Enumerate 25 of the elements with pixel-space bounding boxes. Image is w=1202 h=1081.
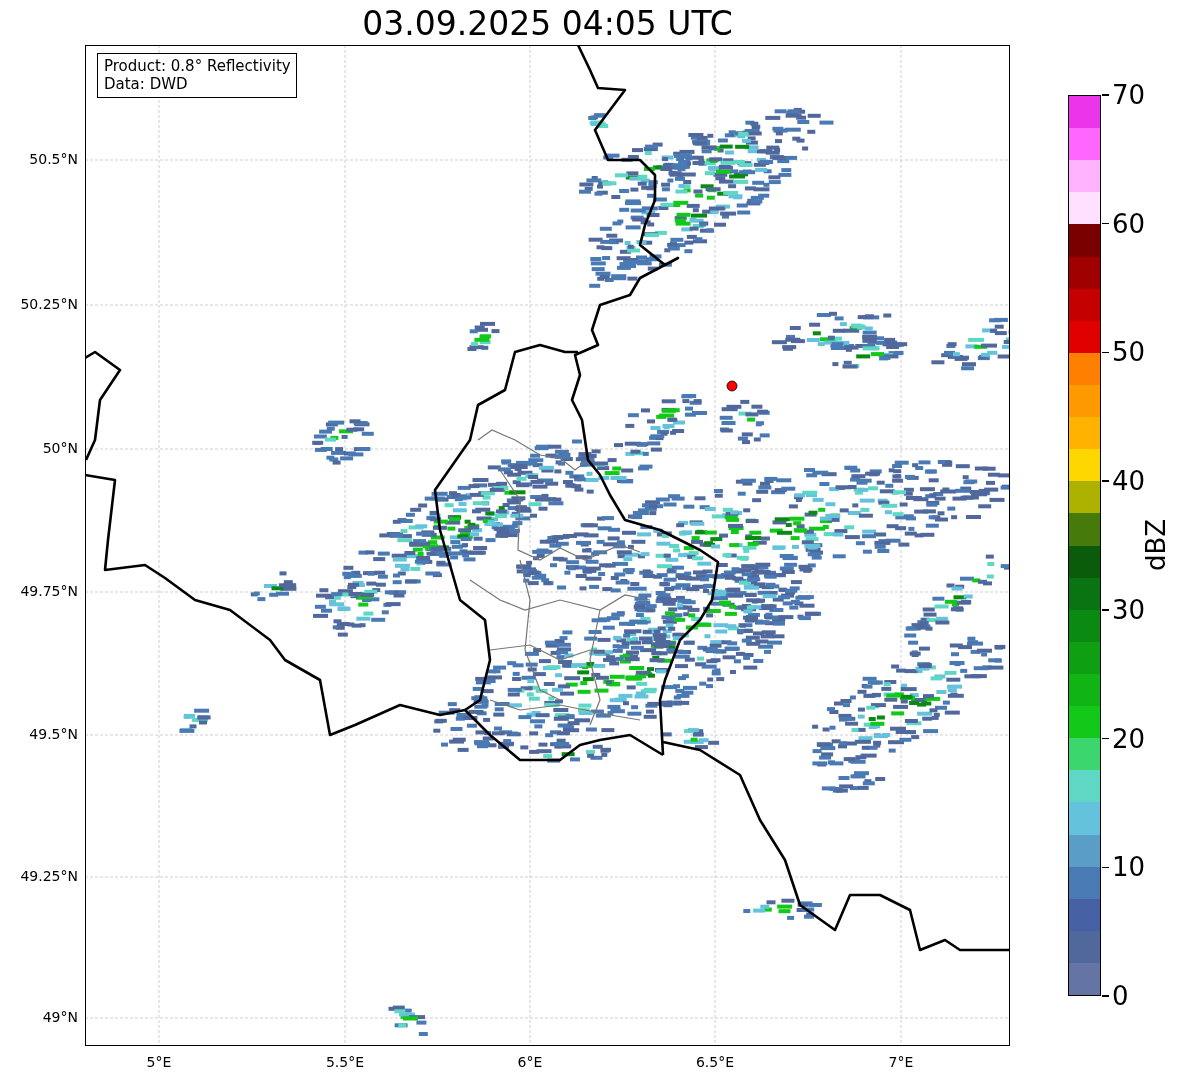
colorbar-tick-label: 70 [1112, 82, 1146, 108]
colorbar-tick-label: 30 [1112, 596, 1146, 623]
colorbar-tick-label: 10 [1112, 854, 1146, 881]
axis-tick-label: 5°E [146, 1053, 172, 1072]
colorbar-tick-label: 40 [1112, 468, 1146, 495]
colorbar-tick-label: 60 [1112, 210, 1146, 237]
axis-tick-label: 7°E [888, 1053, 914, 1072]
chart-title: 03.09.2025 04:05 UTC [361, 3, 734, 45]
colorbar-tick-label: 50 [1112, 339, 1146, 366]
axis-tick-label: 49.5°N [29, 727, 78, 743]
axis-tick-label: 6.5°E [695, 1053, 735, 1072]
axis-tick-label: 50.5°N [29, 152, 78, 168]
colorbar-tick-label: 20 [1112, 725, 1146, 752]
axis-tick-label: 50°N [42, 441, 78, 457]
axis-tick-label: 49°N [42, 1010, 78, 1026]
axis-tick-label: 50.25°N [20, 297, 78, 313]
axis-tick-label: 6°E [517, 1053, 543, 1072]
legend-text: Data: DWD [104, 75, 189, 93]
colorbar-label: dBZ [1139, 518, 1172, 572]
axis-tick-label: 49.75°N [20, 584, 78, 600]
legend-text: Product: 0.8° Reflectivity [104, 57, 291, 75]
axis-tick-label: 49.25°N [20, 869, 78, 885]
axis-tick-label: 5.5°E [325, 1053, 365, 1072]
colorbar-tick-label: 0 [1112, 983, 1129, 1009]
location-marker [726, 380, 738, 392]
